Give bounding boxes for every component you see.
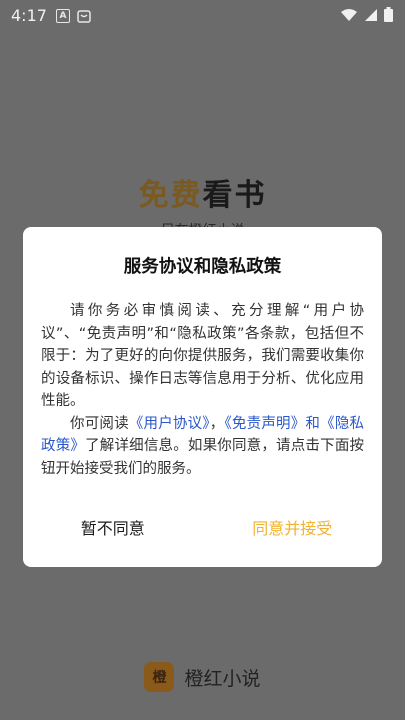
accept-button[interactable]: 同意并接受 bbox=[203, 515, 383, 539]
dialog-actions: 暂不同意 同意并接受 bbox=[23, 515, 382, 539]
status-bar: 4:17 A bbox=[0, 0, 405, 32]
dialog-paragraph-1: 请你务必审慎阅读、充分理解“用户协议”、“免责声明”和“隐私政策”各条款，包括但… bbox=[41, 303, 364, 409]
status-time: 4:17 bbox=[11, 6, 47, 25]
p2-suffix: 了解详细信息。如果你同意，请点击下面按钮开始接受我们的服务。 bbox=[41, 438, 365, 477]
bottom-brand: 橙 橙红小说 bbox=[0, 662, 405, 692]
app-name: 橙红小说 bbox=[184, 667, 261, 690]
notification-bag-icon bbox=[76, 8, 92, 28]
p2-separator: ， bbox=[209, 415, 225, 432]
dialog-title: 服务协议和隐私政策 bbox=[123, 257, 282, 277]
p2-and: 和 bbox=[305, 415, 321, 432]
decline-button[interactable]: 暂不同意 bbox=[23, 515, 203, 539]
splash-title: 免费看书 bbox=[0, 170, 405, 214]
dialog-paragraph-2: 你可阅读《用户协议》，《免责声明》和《隐私政策》了解详细信息。如果你同意，请点击… bbox=[41, 413, 364, 481]
battery-icon bbox=[384, 7, 393, 26]
app-logo-text: 橙 bbox=[152, 670, 167, 686]
splash-title-rest: 看书 bbox=[202, 178, 267, 213]
user-agreement-link[interactable]: 《用户协议》 bbox=[129, 416, 210, 432]
signal-icon bbox=[364, 7, 378, 26]
splash-title-accent: 免费 bbox=[138, 178, 203, 213]
p2-prefix: 你可阅读 bbox=[70, 415, 129, 432]
notification-a-icon: A bbox=[56, 9, 70, 23]
disclaimer-link[interactable]: 《免责声明》 bbox=[224, 416, 305, 432]
dialog-body: 请你务必审慎阅读、充分理解“用户协议”、“免责声明”和“隐私政策”各条款，包括但… bbox=[41, 300, 364, 480]
wifi-icon bbox=[340, 7, 358, 26]
privacy-dialog: 服务协议和隐私政策 请你务必审慎阅读、充分理解“用户协议”、“免责声明”和“隐私… bbox=[23, 227, 382, 567]
app-logo: 橙 bbox=[144, 662, 175, 692]
